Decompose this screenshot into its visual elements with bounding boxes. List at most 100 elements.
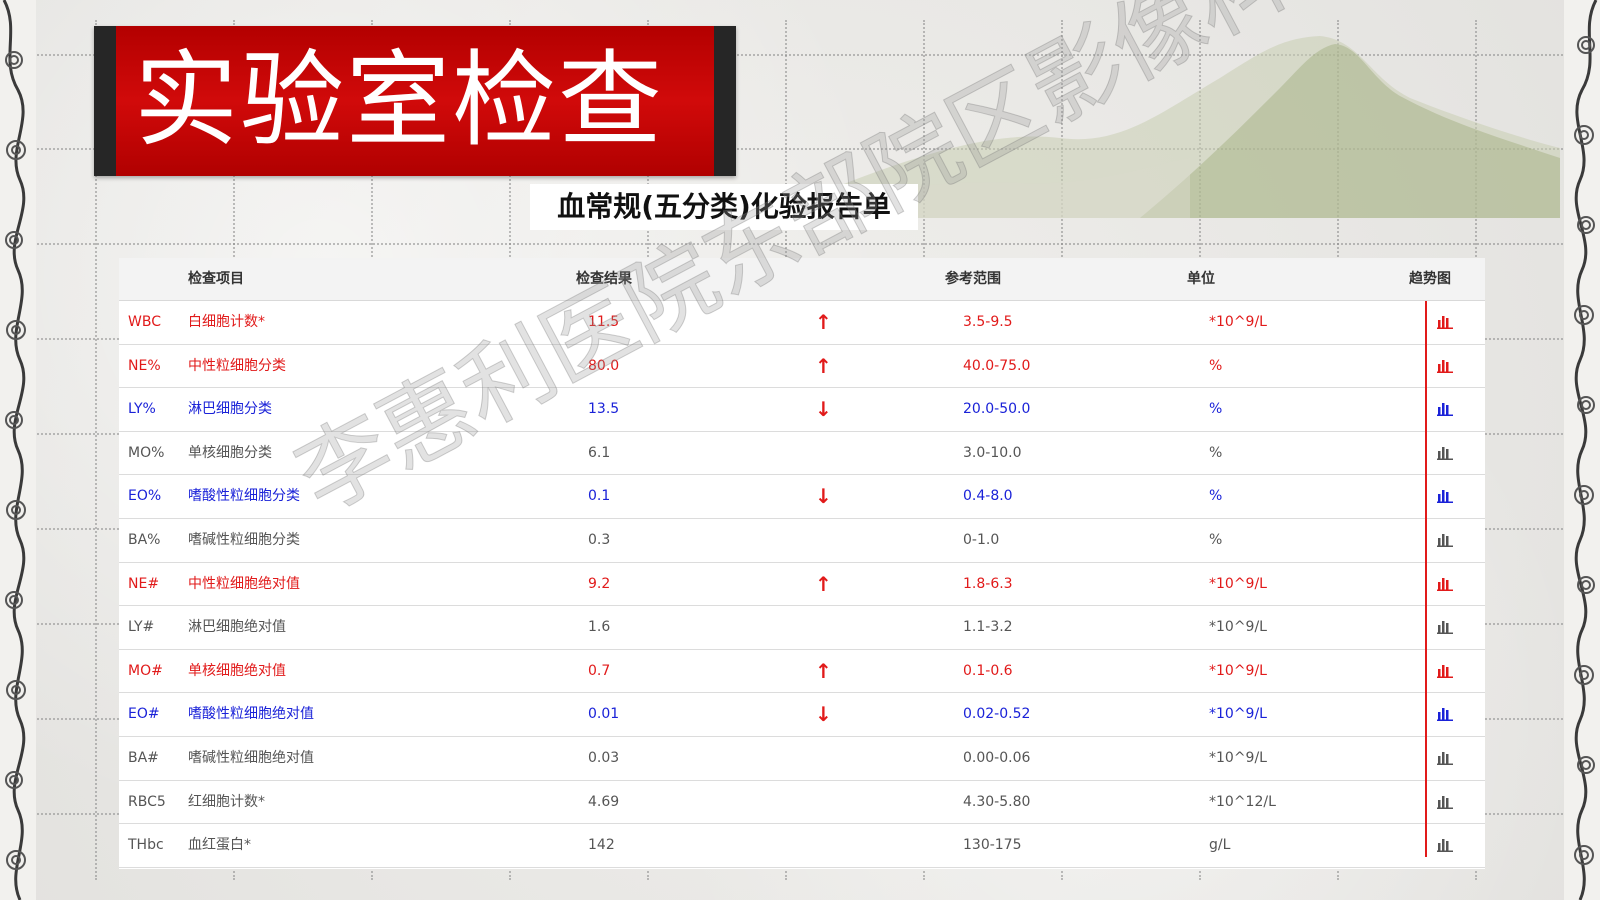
unit: % (1209, 531, 1223, 548)
test-result: 4.69 (588, 793, 620, 810)
header-result: 检查结果 (576, 271, 632, 287)
test-code: EO% (128, 488, 162, 505)
trend-chart-icon[interactable] (1437, 401, 1453, 417)
test-result: 0.3 (588, 531, 611, 548)
trend-chart-icon[interactable] (1437, 750, 1453, 765)
table-header: 检查项目 检查结果 参考范围 单位 趋势图 (119, 258, 1485, 301)
trend-chart-icon[interactable] (1437, 837, 1453, 853)
table-row: LY# 淋巴细胞绝对值 1.6 1.1-3.2 *10^9/L (119, 606, 1485, 650)
test-result: 6.1 (588, 444, 611, 461)
unit: *10^9/L (1209, 706, 1267, 723)
unit: % (1209, 488, 1223, 505)
test-result: 80.0 (588, 357, 620, 374)
test-name: 中性粒细胞绝对值 (188, 575, 300, 592)
table-row: MO% 单核细胞分类 6.1 3.0-10.0% (119, 432, 1485, 476)
unit: *10^9/L (1209, 619, 1267, 636)
trend-chart-icon[interactable] (1437, 358, 1453, 373)
trend-divider (1425, 301, 1427, 857)
test-result: 9.2 (588, 575, 611, 592)
test-name: 嗜碱性粒细胞分类 (188, 531, 300, 548)
table-row: BA# 嗜碱性粒细胞绝对值 0.03 0.00-0.06 *10^9/L (119, 737, 1485, 781)
test-name: 淋巴细胞分类 (188, 401, 272, 418)
test-name: 嗜酸性粒细胞绝对值 (188, 706, 314, 723)
test-code: MO# (128, 662, 163, 679)
unit: *10^9/L (1209, 575, 1267, 592)
test-name: 嗜碱性粒细胞绝对值 (188, 749, 314, 766)
test-code: MO% (128, 444, 165, 461)
table-row: THbc 血红蛋白* 142 130-175 g/L (119, 824, 1485, 868)
test-name: 白细胞计数* (188, 314, 265, 330)
header-unit: 单位 (1187, 271, 1215, 287)
title-banner: 实验室检查 (94, 26, 736, 176)
test-name: 淋巴细胞绝对值 (188, 619, 286, 636)
header-ref: 参考范围 (945, 271, 1001, 287)
trend-chart-icon[interactable] (1437, 576, 1453, 591)
test-result: 11.5 (588, 314, 620, 330)
reference-range: 130-175 (963, 837, 1022, 854)
test-code: EO# (128, 706, 160, 723)
table-body: WBC 白细胞计数* 11.5 ↑ 3.5-9.5 *10^9/L NE% 中性粒细胞分类 80… (119, 301, 1485, 868)
table-row: EO# 嗜酸性粒细胞绝对值 0.01 ↓ 0.02-0.52 *10^9/L (119, 693, 1485, 737)
test-name: 单核细胞分类 (188, 444, 272, 461)
test-code: THbc (128, 837, 164, 854)
trend-chart-icon[interactable] (1437, 663, 1453, 678)
flag-arrow: ↑ (815, 353, 832, 378)
table-row: MO# 单核细胞绝对值 0.7 ↑ 0.1-0.6 *10^9/L (119, 650, 1485, 694)
reference-range: 1.1-3.2 (963, 619, 1013, 636)
trend-chart-icon[interactable] (1437, 314, 1453, 329)
reference-range: 1.8-6.3 (963, 575, 1013, 592)
table-row: WBC 白细胞计数* 11.5 ↑ 3.5-9.5 *10^9/L (119, 301, 1485, 345)
test-code: NE% (128, 357, 161, 374)
cloud-border-left (0, 0, 36, 900)
test-code: LY% (128, 401, 156, 418)
trend-chart-icon[interactable] (1437, 488, 1453, 504)
table-row: BA% 嗜碱性粒细胞分类 0.3 0-1.0% (119, 519, 1485, 563)
reference-range: 0.02-0.52 (963, 706, 1031, 723)
reference-range: 3.5-9.5 (963, 314, 1013, 330)
unit: *10^9/L (1209, 314, 1267, 330)
reference-range: 0.4-8.0 (963, 488, 1013, 505)
trend-chart-icon[interactable] (1437, 532, 1453, 547)
test-code: LY# (128, 619, 155, 636)
flag-arrow: ↑ (815, 571, 832, 596)
table-row: LY% 淋巴细胞分类 13.5 ↓ 20.0-50.0% (119, 388, 1485, 432)
flag-arrow: ↓ (815, 484, 832, 509)
test-code: BA% (128, 531, 161, 548)
test-name: 红细胞计数* (188, 793, 265, 810)
test-result: 0.1 (588, 488, 611, 505)
unit: *10^12/L (1209, 793, 1276, 810)
test-name: 单核细胞绝对值 (188, 662, 286, 679)
trend-chart-icon[interactable] (1437, 794, 1453, 809)
flag-arrow: ↓ (815, 397, 832, 422)
test-name: 血红蛋白* (188, 837, 251, 854)
test-name: 嗜酸性粒细胞分类 (188, 488, 300, 505)
test-result: 1.6 (588, 619, 611, 636)
trend-chart-icon[interactable] (1437, 706, 1453, 722)
unit: % (1209, 357, 1223, 374)
table-row: NE# 中性粒细胞绝对值 9.2 ↑ 1.8-6.3 *10^9/L (119, 563, 1485, 607)
test-result: 0.03 (588, 749, 620, 766)
trend-chart-icon[interactable] (1437, 619, 1453, 635)
test-result: 0.01 (588, 706, 620, 723)
reference-range: 4.30-5.80 (963, 793, 1031, 810)
report-title: 血常规(五分类)化验报告单 (530, 184, 918, 230)
test-code: BA# (128, 749, 159, 766)
banner-cap-left (94, 26, 116, 176)
dotted-guide (30, 243, 1570, 245)
table-row: EO% 嗜酸性粒细胞分类 0.1 ↓ 0.4-8.0% (119, 475, 1485, 519)
reference-range: 0.00-0.06 (963, 749, 1031, 766)
test-code: NE# (128, 575, 160, 592)
table-row: NE% 中性粒细胞分类 80.0 ↑ 40.0-75.0% (119, 345, 1485, 389)
unit: *10^9/L (1209, 749, 1267, 766)
trend-chart-icon[interactable] (1437, 445, 1453, 460)
unit: *10^9/L (1209, 662, 1267, 679)
header-item: 检查项目 (188, 271, 244, 287)
flag-arrow: ↑ (815, 658, 832, 683)
reference-range: 40.0-75.0 (963, 357, 1031, 374)
flag-arrow: ↓ (815, 702, 832, 727)
unit: % (1209, 444, 1223, 461)
reference-range: 20.0-50.0 (963, 401, 1031, 418)
test-code: WBC (128, 314, 161, 330)
test-result: 13.5 (588, 401, 620, 418)
flag-arrow: ↑ (815, 310, 832, 334)
